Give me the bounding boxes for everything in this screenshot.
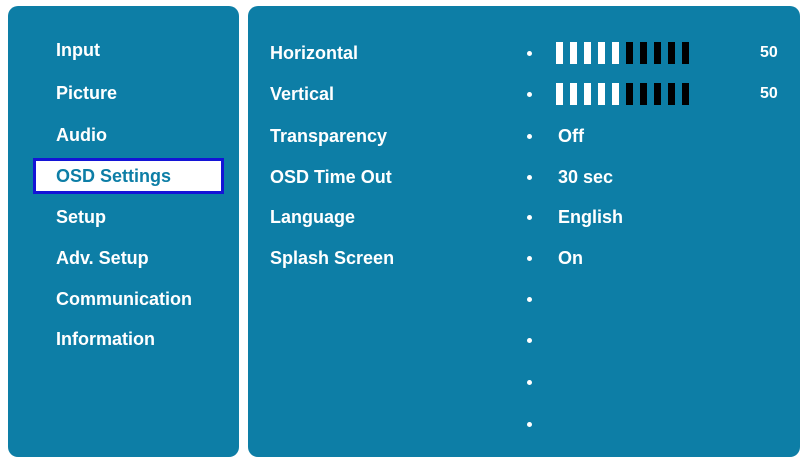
slider-segment (570, 83, 577, 105)
row-bullet (527, 256, 532, 261)
slider-segment (612, 83, 619, 105)
osd-time-out-value[interactable]: 30 sec (558, 159, 613, 195)
slider-segment (682, 42, 689, 64)
slider-segment (668, 83, 675, 105)
menu-item-setup[interactable]: Setup (33, 199, 224, 235)
row-bullet (527, 134, 532, 139)
menu-item-picture[interactable]: Picture (33, 75, 224, 111)
osd-time-out-label[interactable]: OSD Time Out (270, 159, 392, 195)
slider-segment (640, 83, 647, 105)
menu-item-information[interactable]: Information (33, 321, 224, 357)
slider-segment (556, 42, 563, 64)
vertical-label[interactable]: Vertical (270, 76, 334, 112)
menu-item-osd-settings[interactable]: OSD Settings (33, 158, 224, 194)
menu-item-adv-setup[interactable]: Adv. Setup (33, 240, 224, 276)
vertical-value: 50 (760, 85, 778, 102)
splash-screen-label[interactable]: Splash Screen (270, 240, 394, 276)
slider-segment (556, 83, 563, 105)
slider-segment (598, 42, 605, 64)
slider-segment (654, 83, 661, 105)
menu-item-communication[interactable]: Communication (33, 281, 224, 317)
slider-segment (682, 83, 689, 105)
row-bullet (527, 92, 532, 97)
horizontal-value: 50 (760, 44, 778, 61)
slider-segment (654, 42, 661, 64)
row-bullet-empty (527, 297, 532, 302)
vertical-slider[interactable] (556, 83, 689, 105)
slider-segment (612, 42, 619, 64)
transparency-value[interactable]: Off (558, 118, 584, 154)
slider-segment (626, 83, 633, 105)
menu-item-input[interactable]: Input (33, 32, 224, 68)
row-bullet (527, 51, 532, 56)
row-bullet-empty (527, 422, 532, 427)
row-bullet (527, 215, 532, 220)
horizontal-slider[interactable] (556, 42, 689, 64)
slider-segment (640, 42, 647, 64)
row-bullet (527, 175, 532, 180)
menu-item-audio[interactable]: Audio (33, 117, 224, 153)
slider-segment (570, 42, 577, 64)
transparency-label[interactable]: Transparency (270, 118, 387, 154)
slider-segment (598, 83, 605, 105)
language-label[interactable]: Language (270, 199, 355, 235)
language-value[interactable]: English (558, 199, 623, 235)
slider-segment (584, 83, 591, 105)
slider-segment (584, 42, 591, 64)
row-bullet-empty (527, 380, 532, 385)
slider-segment (626, 42, 633, 64)
horizontal-label[interactable]: Horizontal (270, 35, 358, 71)
splash-screen-value[interactable]: On (558, 240, 583, 276)
slider-segment (668, 42, 675, 64)
row-bullet-empty (527, 338, 532, 343)
